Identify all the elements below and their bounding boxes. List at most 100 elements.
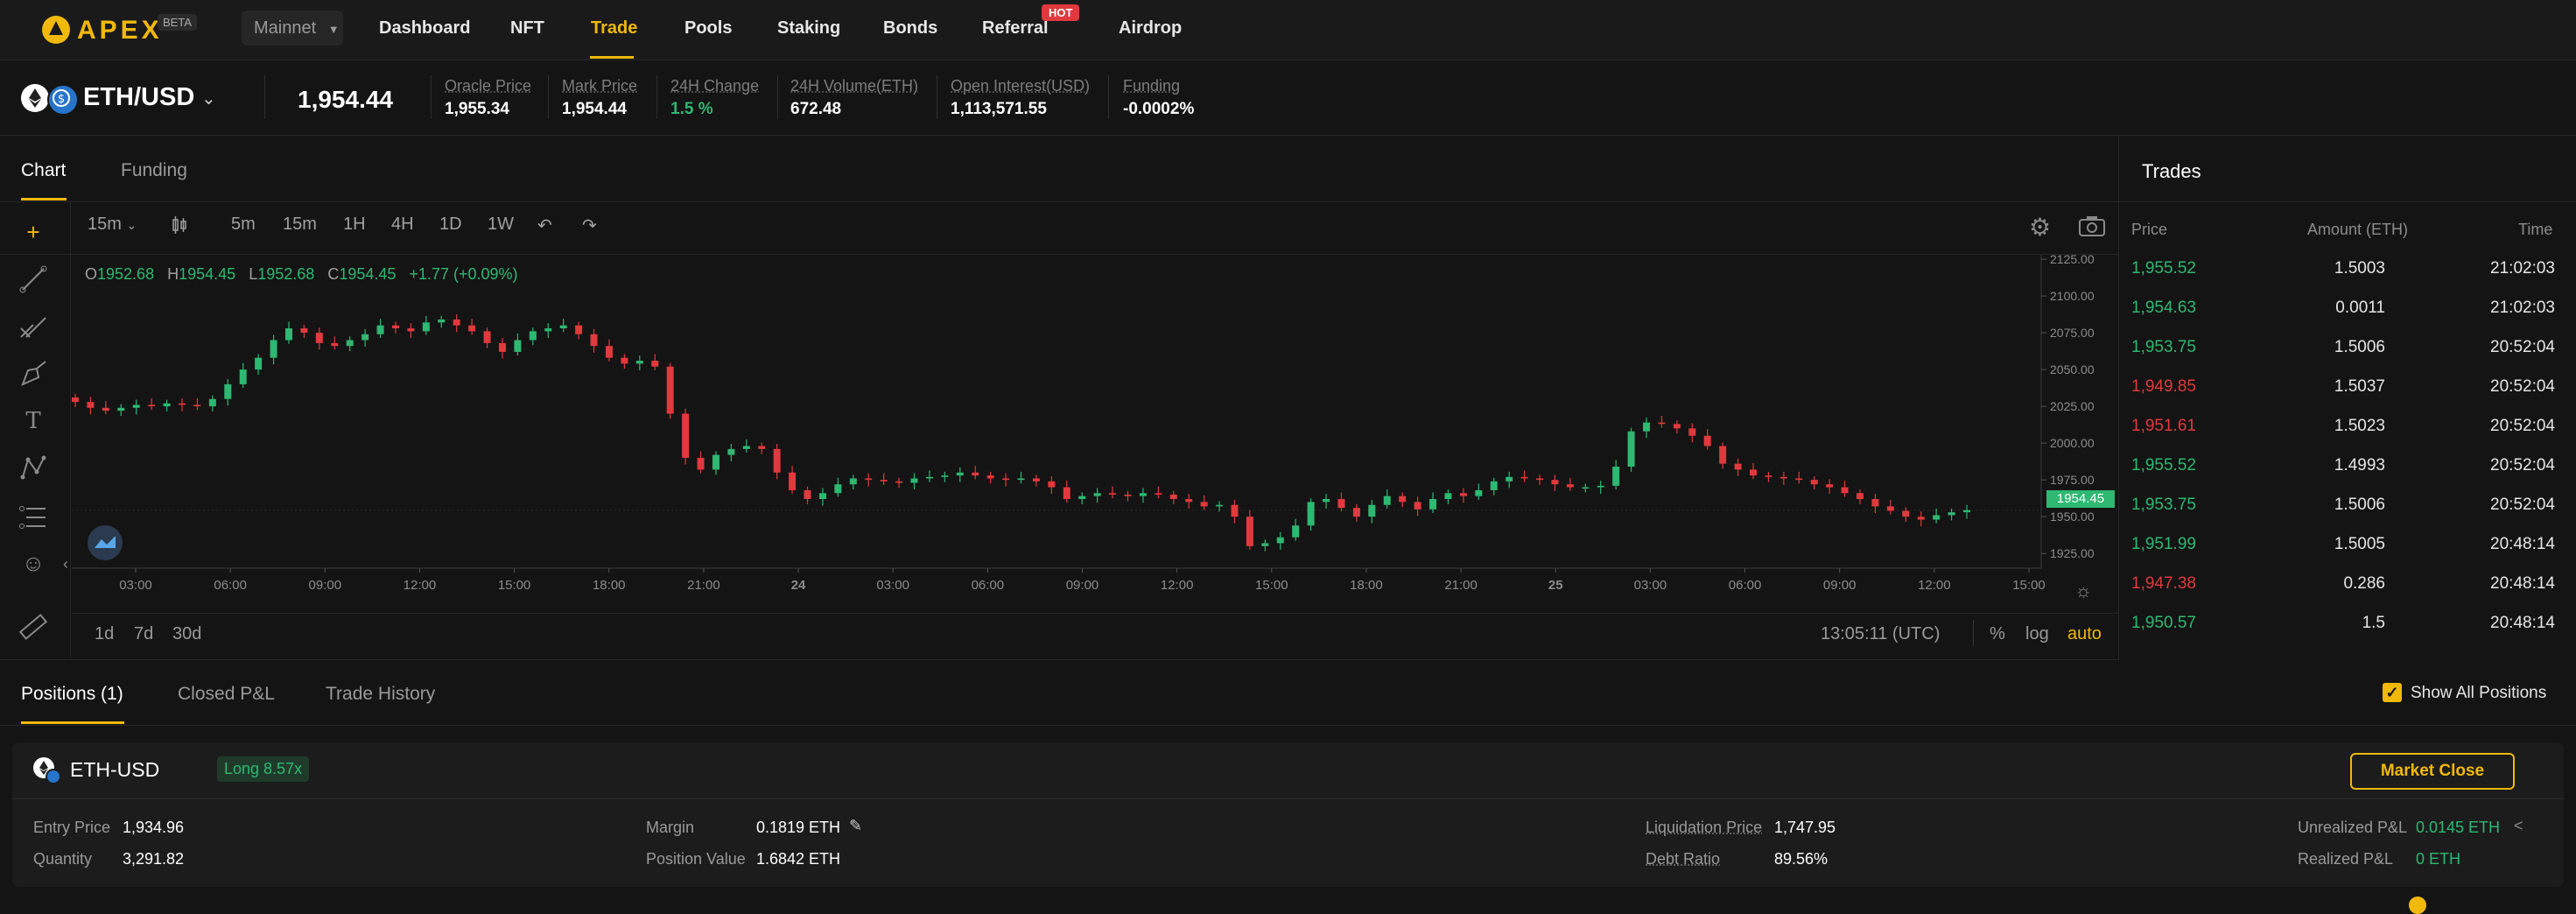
candle-body xyxy=(87,402,95,408)
trade-time: 21:02:03 xyxy=(2490,259,2555,278)
trade-row[interactable]: 1,951.61 1.5023 20:52:04 xyxy=(2119,417,2576,456)
x-tick-label: 06:00 xyxy=(214,578,247,593)
nav-bonds[interactable]: Bonds xyxy=(883,18,937,39)
interval-select[interactable]: 15m ⌄ xyxy=(88,214,137,235)
trade-time: 20:48:14 xyxy=(2490,535,2555,553)
emoji-icon[interactable]: ☺ xyxy=(18,547,49,579)
trend-line-icon[interactable] xyxy=(18,264,49,295)
range-7d[interactable]: 7d xyxy=(134,624,153,644)
timeframe-15m[interactable]: 15m xyxy=(283,214,317,235)
timeframe-1w[interactable]: 1W xyxy=(488,214,514,235)
market-close-button[interactable]: Market Close xyxy=(2350,753,2515,790)
show-all-label[interactable]: Show All Positions xyxy=(2411,684,2546,703)
nav-pools[interactable]: Pools xyxy=(684,18,732,39)
nav-dashboard[interactable]: Dashboard xyxy=(379,18,470,39)
brand-name[interactable]: APEX xyxy=(77,16,163,46)
range-30d[interactable]: 30d xyxy=(172,624,201,644)
tab-positions[interactable]: Positions (1) xyxy=(21,684,123,705)
timeframe-5m[interactable]: 5m xyxy=(231,214,256,235)
tab-chart[interactable]: Chart xyxy=(21,160,66,181)
trade-row[interactable]: 1,951.99 1.5005 20:48:14 xyxy=(2119,535,2576,574)
nav-trade[interactable]: Trade xyxy=(591,18,637,39)
timeframe-1d[interactable]: 1D xyxy=(439,214,462,235)
candle-body xyxy=(804,489,811,500)
crosshair-icon[interactable]: + xyxy=(18,216,49,248)
nav-airdrop[interactable]: Airdrop xyxy=(1119,18,1182,39)
trade-row[interactable]: 1,949.85 1.5037 20:52:04 xyxy=(2119,377,2576,417)
trade-row[interactable]: 1,953.75 1.5006 20:52:04 xyxy=(2119,338,2576,377)
candle-body xyxy=(1551,480,1559,485)
show-all-checkbox[interactable]: ✓ xyxy=(2383,683,2402,702)
trade-row[interactable]: 1,955.52 1.5003 21:02:03 xyxy=(2119,259,2576,299)
candle-body xyxy=(346,340,354,347)
x-tick-label: 18:00 xyxy=(593,578,626,593)
ticker-divider xyxy=(1108,75,1109,119)
candle-body xyxy=(1597,485,1604,488)
scale-percent[interactable]: % xyxy=(1990,624,2005,644)
prediction-icon[interactable] xyxy=(18,500,49,531)
trade-row[interactable]: 1,955.52 1.4993 20:52:04 xyxy=(2119,456,2576,496)
trade-row[interactable]: 1,954.63 0.0011 21:02:03 xyxy=(2119,299,2576,338)
candle-body xyxy=(621,357,628,364)
oracle-price-label[interactable]: Oracle Price xyxy=(445,77,531,95)
text-tool-icon[interactable]: T xyxy=(18,405,49,437)
tradingview-logo-icon[interactable] xyxy=(88,525,123,560)
redo-icon[interactable]: ↷ xyxy=(582,214,597,236)
price-chart[interactable]: 2125.00 2100.00 2075.00 2050.00 2025.00 2000.… xyxy=(72,255,2116,605)
candle-body xyxy=(742,446,750,449)
tab-funding[interactable]: Funding xyxy=(121,160,187,181)
candle-body xyxy=(1506,476,1513,482)
undo-icon[interactable]: ↶ xyxy=(537,214,552,236)
mark-price-label[interactable]: Mark Price xyxy=(562,77,637,95)
fib-tool-icon[interactable] xyxy=(18,311,49,342)
eth-coin-icon xyxy=(21,84,49,112)
candle-body xyxy=(895,481,903,483)
trade-row[interactable]: 1,953.75 1.5006 20:52:04 xyxy=(2119,496,2576,535)
share-icon[interactable]: < xyxy=(2514,817,2523,835)
candle-body xyxy=(1795,478,1803,481)
timeframe-4h[interactable]: 4H xyxy=(391,214,414,235)
open-interest-label[interactable]: Open Interest(USD) xyxy=(951,77,1090,95)
candle-body xyxy=(468,325,476,332)
candle-body xyxy=(1917,517,1925,520)
range-1d[interactable]: 1d xyxy=(95,624,114,644)
x-tick-label: 18:00 xyxy=(1350,578,1383,593)
candle-body xyxy=(1337,499,1345,509)
candle-body xyxy=(865,478,873,481)
liquidation-price-label[interactable]: Liquidation Price xyxy=(1646,819,1762,837)
pair-selector[interactable]: ETH/USD xyxy=(83,83,194,112)
timeframe-1h[interactable]: 1H xyxy=(343,214,366,235)
collapse-chevron-icon[interactable]: ‹ xyxy=(63,555,68,573)
nav-nft[interactable]: NFT xyxy=(510,18,544,39)
trade-row[interactable]: 1,950.57 1.5 20:48:14 xyxy=(2119,614,2576,653)
utc-clock[interactable]: 13:05:11 (UTC) xyxy=(1821,624,1940,644)
tab-trade-history[interactable]: Trade History xyxy=(326,684,435,705)
change-24h-label[interactable]: 24H Change xyxy=(670,77,759,95)
edit-pencil-icon[interactable]: ✎ xyxy=(849,817,862,835)
candle-body xyxy=(1276,537,1284,544)
pattern-icon[interactable] xyxy=(18,453,49,484)
scale-log[interactable]: log xyxy=(2025,624,2049,644)
nav-staking[interactable]: Staking xyxy=(777,18,840,39)
scale-auto[interactable]: auto xyxy=(2067,624,2102,644)
nav-referral[interactable]: Referral xyxy=(982,18,1049,39)
ruler-icon[interactable] xyxy=(18,611,49,643)
apex-logo-icon[interactable] xyxy=(39,12,74,47)
candle-body xyxy=(758,446,766,449)
chevron-down-icon[interactable]: ⌄ xyxy=(201,88,216,109)
x-tick-label: 12:00 xyxy=(404,578,437,593)
settings-gear-icon[interactable]: ⚙ xyxy=(2029,213,2051,242)
brush-icon[interactable] xyxy=(18,358,49,390)
funding-label[interactable]: Funding xyxy=(1123,77,1180,95)
trade-row[interactable]: 1,947.38 0.286 20:48:14 xyxy=(2119,574,2576,614)
network-select[interactable]: Mainnet ▼ xyxy=(242,11,343,46)
support-chat-icon[interactable] xyxy=(2409,896,2426,914)
camera-icon[interactable] xyxy=(2078,214,2106,242)
y-tick-label: 2050.00 xyxy=(2050,362,2095,376)
tab-closed-pnl[interactable]: Closed P&L xyxy=(178,684,275,705)
volume-24h-label[interactable]: 24H Volume(ETH) xyxy=(790,77,918,95)
debt-ratio-label[interactable]: Debt Ratio xyxy=(1646,850,1720,868)
candle-type-icon[interactable] xyxy=(169,214,190,241)
candle-body xyxy=(422,322,430,332)
axis-settings-icon[interactable]: ☼ xyxy=(2074,580,2092,602)
